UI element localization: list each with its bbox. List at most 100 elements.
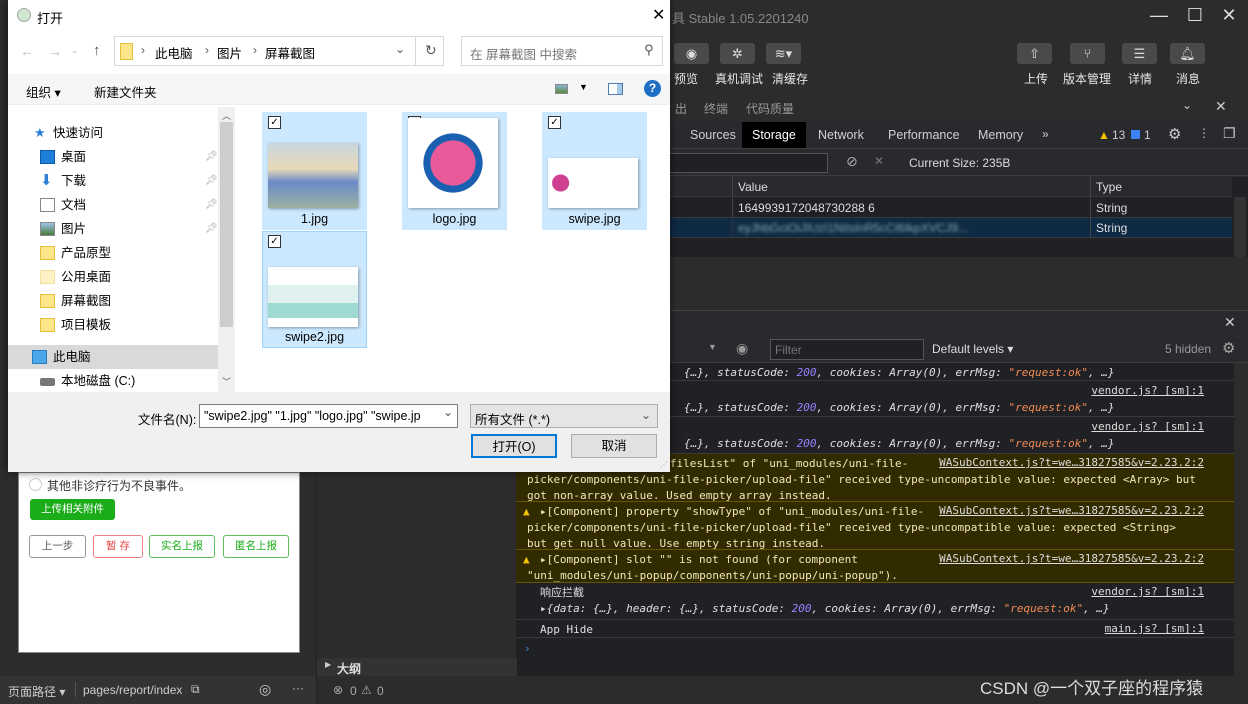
console-filter-input[interactable] (770, 339, 924, 360)
copy-icon[interactable]: ⧉ (191, 682, 200, 697)
source-link[interactable]: vendor.js? [sm]:1 (1091, 384, 1204, 397)
info-count[interactable]: 1 (1144, 128, 1151, 142)
details-button[interactable]: ☰ (1122, 43, 1157, 64)
nav-local-disk[interactable]: 本地磁盘 (C:) (8, 369, 218, 393)
organize-menu[interactable]: 组织 ▾ (26, 82, 61, 101)
scroll-thumb[interactable] (220, 122, 233, 327)
table-row-selected[interactable]: eyJhbGciOiJIUzI1NiIsInR5cCI6IkpXVCJ9... … (660, 218, 1232, 238)
save-draft-button[interactable]: 暂 存 (93, 535, 143, 558)
scroll-up-icon[interactable]: ︿ (222, 109, 231, 122)
upload-button[interactable]: ⇧ (1017, 43, 1052, 64)
live-expression-eye-icon[interactable]: ◉ (736, 340, 748, 357)
nav-item[interactable]: 文档 📌︎ (8, 193, 218, 217)
tab-terminal[interactable]: 终端 (704, 100, 728, 117)
checkbox[interactable]: ✓ (548, 116, 561, 129)
back-icon[interactable]: ← (20, 43, 34, 59)
delete-icon[interactable]: ✕ (874, 154, 884, 168)
view-icon[interactable] (555, 84, 568, 94)
console-scrollbar[interactable] (1234, 363, 1248, 676)
breadcrumb-screenshots[interactable]: 屏幕截图 (265, 43, 315, 62)
messages-button[interactable]: 🔔︎ (1170, 43, 1205, 64)
address-bar[interactable]: › 此电脑 › 图片 › 屏幕截图 ⌄ ↻ (114, 36, 444, 66)
more-options-icon[interactable]: ⋮ (1198, 126, 1210, 140)
tab-output[interactable]: 出 (675, 100, 687, 117)
nav-item[interactable]: ⬇ 下载 📌︎ (8, 169, 218, 193)
storage-filter-input[interactable] (660, 153, 828, 173)
log-levels-dropdown[interactable]: Default levels ▾ (932, 342, 1013, 356)
cancel-button[interactable]: 取消 (571, 434, 657, 458)
close-drawer-icon[interactable]: ✕ (1224, 314, 1236, 331)
breadcrumb-this-pc[interactable]: 此电脑 (155, 43, 193, 62)
table-row[interactable]: 1649939172048730288 6 String (660, 198, 1232, 218)
filename-dropdown-icon[interactable]: ⌄ (439, 405, 457, 427)
close-window-button[interactable]: ✕ (1214, 4, 1244, 26)
console-settings-icon[interactable]: ⚙ (1222, 339, 1235, 357)
filename-input[interactable]: "swipe2.jpg" "1.jpg" "logo.jpg" "swipe.j… (199, 404, 458, 428)
close-dialog-button[interactable]: ✕ (652, 5, 665, 25)
new-folder-button[interactable]: 新建文件夹 (94, 82, 157, 101)
radio-button[interactable] (29, 478, 42, 491)
open-button[interactable]: 打开(O) (471, 434, 557, 458)
view-dropdown-icon[interactable]: ▼ (579, 82, 588, 92)
filetype-select[interactable]: 所有文件 (*.*) ⌄ (470, 404, 658, 428)
file-tile[interactable]: ✓ swipe2.jpg (262, 231, 367, 348)
recent-dropdown-icon[interactable]: ⌄ (71, 45, 79, 56)
nav-item[interactable]: 产品原型 (8, 241, 218, 265)
help-icon[interactable]: ? (644, 80, 661, 97)
minimize-button[interactable]: — (1144, 4, 1174, 26)
page-path-dropdown[interactable]: 页面路径 ▾ (8, 683, 65, 700)
version-button[interactable]: ⑂ (1070, 43, 1105, 64)
source-link[interactable]: vendor.js? [sm]:1 (1091, 420, 1204, 433)
file-tile[interactable]: ✓ 1.jpg (262, 112, 367, 230)
source-link[interactable]: main.js? [sm]:1 (1105, 622, 1204, 635)
nav-this-pc[interactable]: 此电脑 (8, 345, 218, 369)
storage-scrollbar[interactable] (1234, 197, 1246, 257)
source-link[interactable]: vendor.js? [sm]:1 (1091, 585, 1204, 598)
nav-item[interactable]: 图片 📌︎ (8, 217, 218, 241)
clear-icon[interactable]: ⊘ (846, 153, 858, 170)
breadcrumb-pictures[interactable]: 图片 (217, 43, 242, 62)
upload-attachment-button[interactable]: 上传相关附件 (30, 499, 115, 520)
scroll-down-icon[interactable]: ﹀ (222, 375, 231, 388)
source-link[interactable]: WASubContext.js?t=we…31827585&v=2.23.2:2 (939, 504, 1204, 517)
preview-button[interactable]: ◉ (674, 43, 709, 64)
tab-code-quality[interactable]: 代码质量 (746, 100, 794, 117)
address-dropdown-icon[interactable]: ⌄ (395, 42, 405, 56)
up-icon[interactable]: ↑ (93, 42, 101, 59)
warning-count[interactable]: 13 (1112, 128, 1125, 142)
tab-performance[interactable]: Performance (878, 122, 970, 148)
context-dropdown-icon[interactable]: ▼ (708, 342, 717, 352)
resize-grip-icon[interactable]: ⋰ (660, 460, 668, 469)
tab-storage[interactable]: Storage (742, 122, 806, 148)
more-icon[interactable]: ··· (292, 681, 304, 695)
dock-icon[interactable]: ❐ (1223, 125, 1236, 142)
outline-header[interactable]: ▶ 大纲 (317, 658, 517, 676)
tab-sources[interactable]: Sources (680, 122, 746, 148)
preview-pane-icon[interactable] (608, 83, 623, 95)
maximize-button[interactable]: ☐ (1180, 4, 1210, 26)
checkbox[interactable]: ✓ (268, 235, 281, 248)
settings-icon[interactable]: ⚙ (1168, 125, 1181, 143)
column-value[interactable]: Value (732, 177, 1090, 197)
column-type[interactable]: Type (1090, 177, 1232, 197)
source-link[interactable]: WASubContext.js?t=we…31827585&v=2.23.2:2 (939, 552, 1204, 565)
refresh-icon[interactable]: ↻ (425, 42, 437, 59)
error-count[interactable]: 0 (350, 684, 357, 698)
nav-item[interactable]: 公用桌面 (8, 265, 218, 289)
close-panel-icon[interactable]: ✕ (1215, 98, 1227, 115)
nav-item[interactable]: 屏幕截图 (8, 289, 218, 313)
search-box[interactable]: 在 屏幕截图 中搜索 ⚲ (461, 36, 663, 66)
remote-debug-button[interactable]: ✲ (720, 43, 755, 64)
nav-scrollbar[interactable]: ︿ ﹀ (218, 107, 235, 392)
source-link[interactable]: WASubContext.js?t=we…31827585&v=2.23.2:2 (939, 456, 1204, 469)
tab-network[interactable]: Network (808, 122, 874, 148)
more-tabs-icon[interactable]: » (1042, 127, 1049, 141)
console-prompt[interactable]: › (524, 641, 531, 657)
nav-item[interactable]: 桌面 📌︎ (8, 145, 218, 169)
collapse-panel-icon[interactable]: ⌄ (1182, 98, 1192, 112)
checkbox[interactable]: ✓ (268, 116, 281, 129)
clear-cache-button[interactable]: ≋▾ (766, 43, 801, 64)
file-tile[interactable]: ✓ swipe.jpg (542, 112, 647, 230)
forward-icon[interactable]: → (48, 43, 62, 59)
eye-icon[interactable]: ◎ (259, 681, 271, 698)
